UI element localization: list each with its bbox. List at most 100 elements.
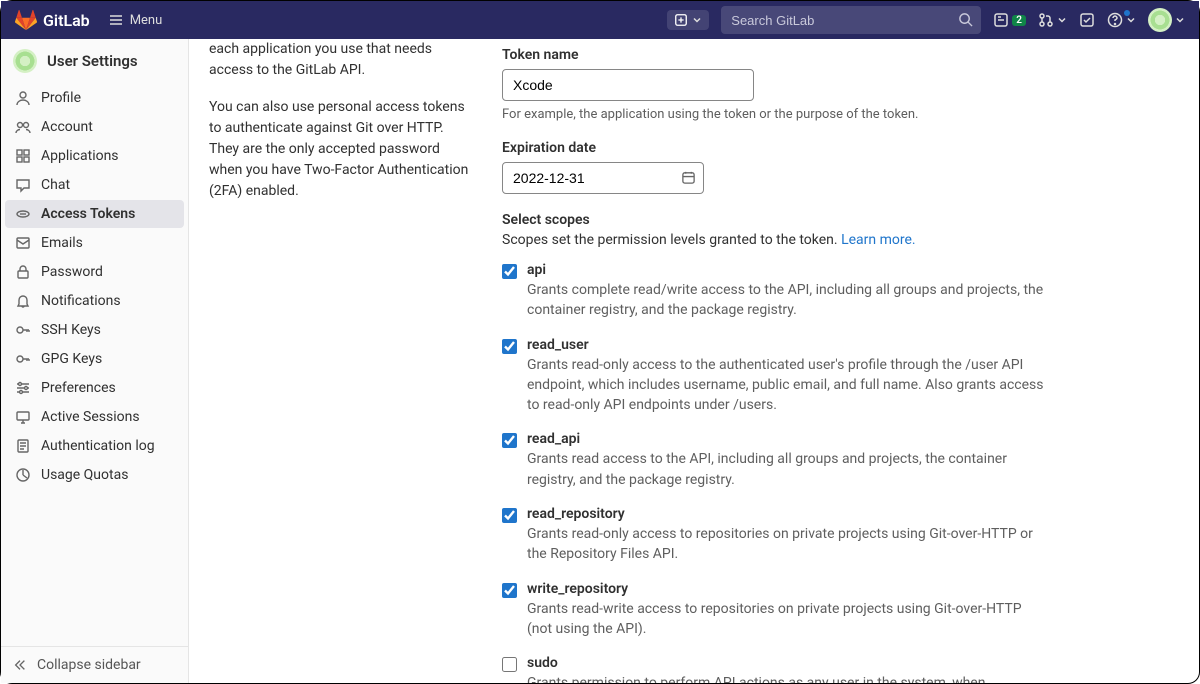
expiration-label: Expiration date bbox=[502, 140, 1179, 156]
token-name-label: Token name bbox=[502, 47, 1179, 63]
chevron-down-icon bbox=[692, 15, 702, 25]
sidebar-item-profile[interactable]: Profile bbox=[5, 84, 184, 112]
scope-write_repository: write_repositoryGrants read-write access… bbox=[502, 581, 1179, 640]
menu-button[interactable]: Menu bbox=[108, 12, 163, 28]
scope-checkbox-api[interactable] bbox=[502, 264, 517, 279]
chevrons-left-icon bbox=[13, 658, 27, 672]
scope-name: read_api bbox=[527, 431, 1179, 447]
sidebar: User Settings Profile Account Applications… bbox=[1, 39, 189, 683]
issues-badge: 2 bbox=[1012, 15, 1026, 26]
scope-api: apiGrants complete read/write access to … bbox=[502, 262, 1179, 321]
gitlab-icon bbox=[15, 9, 37, 31]
preferences-icon bbox=[15, 380, 31, 396]
hamburger-icon bbox=[108, 12, 124, 28]
sidebar-item-password[interactable]: Password bbox=[5, 258, 184, 286]
usage-quotas-icon bbox=[15, 467, 31, 483]
issues-button[interactable]: 2 bbox=[993, 12, 1026, 28]
scope-checkbox-read_repository[interactable] bbox=[502, 508, 517, 523]
sidebar-item-label: GPG Keys bbox=[41, 351, 102, 367]
new-button[interactable] bbox=[667, 10, 709, 30]
sidebar-item-preferences[interactable]: Preferences bbox=[5, 374, 184, 402]
expiration-input[interactable] bbox=[502, 162, 704, 194]
sidebar-item-gpg-keys[interactable]: GPG Keys bbox=[5, 345, 184, 373]
chat-icon bbox=[15, 177, 31, 193]
sidebar-item-emails[interactable]: Emails bbox=[5, 229, 184, 257]
scope-name: read_user bbox=[527, 337, 1179, 353]
gpg-keys-icon bbox=[15, 351, 31, 367]
learn-more-link[interactable]: Learn more. bbox=[841, 232, 916, 248]
topbar-right: 2 bbox=[667, 6, 1185, 34]
sidebar-item-authentication-log[interactable]: Authentication log bbox=[5, 432, 184, 460]
sidebar-item-label: Active Sessions bbox=[41, 409, 140, 425]
sidebar-item-label: Notifications bbox=[41, 293, 121, 309]
todo-icon bbox=[1079, 12, 1095, 28]
sidebar-item-label: Preferences bbox=[41, 380, 116, 396]
user-menu[interactable] bbox=[1148, 8, 1185, 32]
sidebar-item-chat[interactable]: Chat bbox=[5, 171, 184, 199]
ssh-keys-icon bbox=[15, 322, 31, 338]
sidebar-item-label: Chat bbox=[41, 177, 70, 193]
merge-icon bbox=[1038, 12, 1054, 28]
sidebar-item-ssh-keys[interactable]: SSH Keys bbox=[5, 316, 184, 344]
scope-checkbox-read_user[interactable] bbox=[502, 339, 517, 354]
search-input[interactable] bbox=[721, 6, 981, 34]
sidebar-item-account[interactable]: Account bbox=[5, 113, 184, 141]
notification-dot bbox=[1124, 10, 1130, 16]
main-content: each application you use that needs acce… bbox=[189, 39, 1199, 683]
intro-column: each application you use that needs acce… bbox=[209, 39, 474, 663]
scope-checkbox-write_repository[interactable] bbox=[502, 583, 517, 598]
sidebar-item-label: Account bbox=[41, 119, 93, 135]
sidebar-item-label: Password bbox=[41, 264, 103, 280]
calendar-icon[interactable] bbox=[681, 170, 696, 185]
form-column: Token name For example, the application … bbox=[502, 39, 1179, 663]
sidebar-item-label: SSH Keys bbox=[41, 322, 101, 338]
sidebar-item-active-sessions[interactable]: Active Sessions bbox=[5, 403, 184, 431]
sidebar-title: User Settings bbox=[47, 52, 138, 70]
search-icon bbox=[958, 12, 973, 27]
sidebar-header[interactable]: User Settings bbox=[1, 39, 188, 83]
logo[interactable]: GitLab bbox=[15, 9, 90, 31]
sidebar-item-label: Authentication log bbox=[41, 438, 155, 454]
merge-requests-button[interactable] bbox=[1038, 12, 1067, 28]
emails-icon bbox=[15, 235, 31, 251]
applications-icon bbox=[15, 148, 31, 164]
sidebar-item-notifications[interactable]: Notifications bbox=[5, 287, 184, 315]
scope-read_repository: read_repository Grants read-only access t… bbox=[502, 506, 1179, 565]
plus-square-icon bbox=[674, 13, 688, 27]
sidebar-item-label: Emails bbox=[41, 235, 83, 251]
notifications-icon bbox=[15, 293, 31, 309]
brand-text: GitLab bbox=[43, 11, 90, 30]
sidebar-item-applications[interactable]: Applications bbox=[5, 142, 184, 170]
menu-label: Menu bbox=[130, 13, 163, 28]
active-sessions-icon bbox=[15, 409, 31, 425]
sidebar-item-access-tokens[interactable]: Access Tokens bbox=[5, 200, 184, 228]
profile-icon bbox=[15, 90, 31, 106]
intro-text: You can also use personal access tokens … bbox=[209, 97, 474, 202]
scope-sudo: sudoGrants permission to perform API act… bbox=[502, 655, 1179, 683]
scope-description: Grants read-write access to repositories… bbox=[527, 599, 1047, 640]
chevron-down-icon bbox=[1057, 15, 1067, 25]
sidebar-item-usage-quotas[interactable]: Usage Quotas bbox=[5, 461, 184, 489]
scopes-title: Select scopes bbox=[502, 212, 1179, 228]
issues-icon bbox=[993, 12, 1009, 28]
scope-description: Grants read-only access to the authentic… bbox=[527, 355, 1047, 416]
todos-button[interactable] bbox=[1079, 12, 1095, 28]
token-name-input[interactable] bbox=[502, 69, 754, 101]
scope-name: read_repository bbox=[527, 506, 1179, 522]
chevron-down-icon bbox=[1175, 15, 1185, 25]
topbar: GitLab Menu 2 bbox=[1, 1, 1199, 39]
sidebar-item-label: Usage Quotas bbox=[41, 467, 128, 483]
chevron-down-icon bbox=[1126, 15, 1136, 25]
scope-read_api: read_api Grants read access to the API, i… bbox=[502, 431, 1179, 490]
scope-description: Grants read-only access to repositories … bbox=[527, 524, 1047, 565]
scope-description: Grants complete read/write access to the… bbox=[527, 280, 1047, 321]
scope-description: Grants read access to the API, including… bbox=[527, 449, 1047, 490]
access-tokens-icon bbox=[15, 206, 31, 222]
collapse-sidebar[interactable]: Collapse sidebar bbox=[1, 646, 188, 683]
scope-checkbox-read_api[interactable] bbox=[502, 433, 517, 448]
search-box bbox=[721, 6, 981, 34]
scope-checkbox-sudo[interactable] bbox=[502, 657, 517, 672]
collapse-label: Collapse sidebar bbox=[37, 657, 141, 673]
token-name-hint: For example, the application using the t… bbox=[502, 107, 1179, 122]
help-button[interactable] bbox=[1107, 12, 1136, 28]
